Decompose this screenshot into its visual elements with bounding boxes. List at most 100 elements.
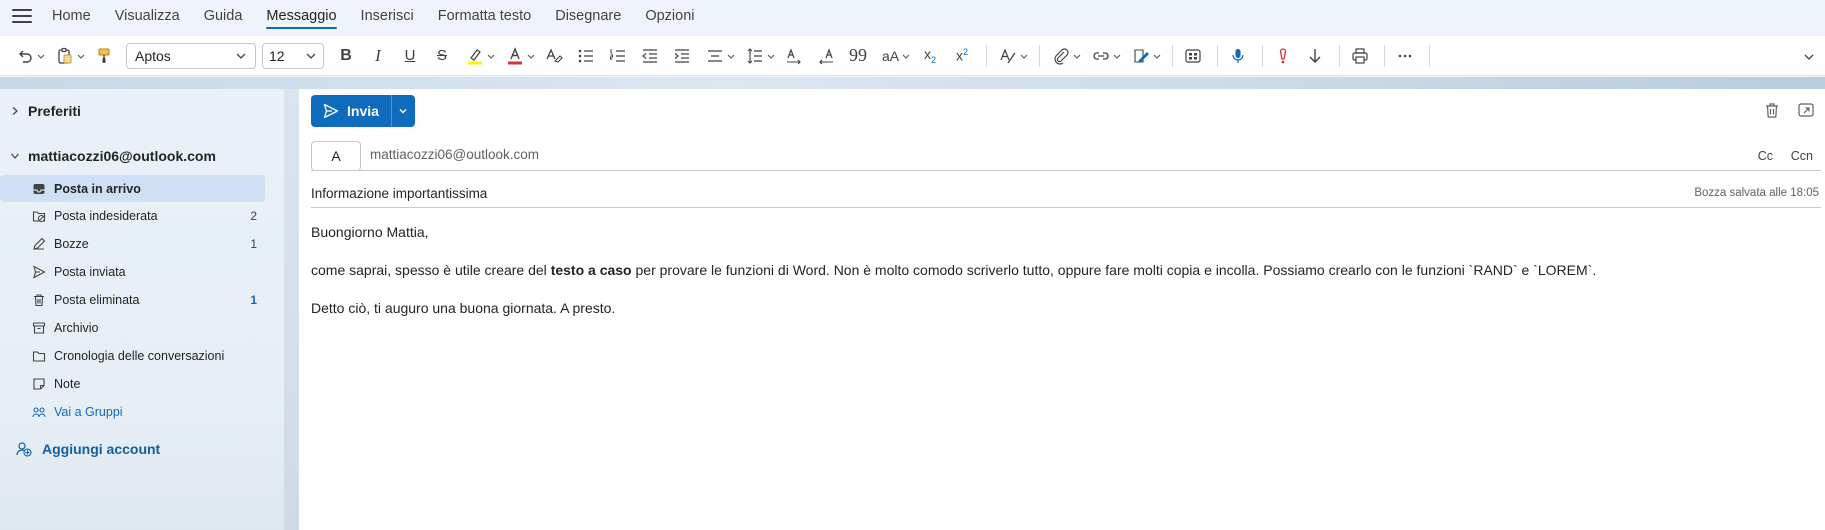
subscript-button[interactable]: x2 — [916, 42, 944, 70]
font-color-button[interactable] — [500, 42, 540, 70]
message-body[interactable]: Buongiorno Mattia, come saprai, spesso è… — [311, 224, 1811, 338]
more-options-button[interactable] — [1391, 42, 1419, 70]
print-button[interactable] — [1346, 42, 1374, 70]
rtl-direction-button[interactable] — [812, 42, 840, 70]
tab-disegnare[interactable]: Disegnare — [555, 0, 621, 32]
sidebar-item-cronologia-conversazioni[interactable]: Cronologia delle conversazioni — [0, 342, 265, 369]
chevron-down-icon — [1073, 54, 1080, 59]
font-name-value: Aptos — [135, 47, 171, 64]
add-account-button[interactable]: Aggiungi account — [16, 441, 160, 457]
tab-inserisci[interactable]: Inserisci — [361, 0, 414, 32]
folder-pane: Preferiti mattiacozzi06@outlook.com Post… — [0, 89, 284, 530]
highlighter-icon — [467, 48, 482, 64]
send-button[interactable]: Invia — [311, 95, 391, 127]
sidebar-item-posta-indesiderata[interactable]: Posta indesiderata 2 — [0, 202, 265, 229]
toolbar-separator — [1172, 44, 1173, 67]
subject-field[interactable]: Informazione importantissima — [311, 186, 487, 201]
background-band — [0, 77, 1825, 89]
add-person-icon — [16, 442, 32, 457]
sidebar-item-vai-a-gruppi[interactable]: Vai a Gruppi — [0, 398, 265, 425]
to-button[interactable]: A — [311, 141, 361, 171]
strikethrough-button[interactable]: S — [428, 42, 456, 70]
add-account-label: Aggiungi account — [42, 441, 161, 457]
to-field[interactable]: mattiacozzi06@outlook.com — [370, 147, 539, 162]
menu-bar: Home Visualizza Guida Messaggio Inserisc… — [0, 0, 1825, 32]
send-options-button[interactable] — [390, 95, 415, 127]
superscript-button[interactable]: x2 — [948, 42, 976, 70]
ribbon-expand-button[interactable] — [1803, 50, 1815, 68]
increase-indent-icon — [674, 48, 689, 63]
send-icon — [323, 103, 339, 119]
format-painter-icon — [98, 47, 110, 63]
font-color-icon — [507, 46, 522, 64]
font-size-value: 12 — [269, 47, 285, 64]
tab-visualizza[interactable]: Visualizza — [115, 0, 180, 32]
favorites-header[interactable]: Preferiti — [10, 103, 81, 119]
paste-button[interactable] — [50, 42, 90, 70]
sidebar-item-posta-inviata[interactable]: Posta inviata — [0, 258, 265, 285]
sidebar-item-note[interactable]: Note — [0, 370, 265, 397]
draft-saved-status: Bozza salvata alle 18:05 — [1694, 187, 1819, 199]
chevron-down-icon — [1113, 54, 1120, 59]
folder-label: Note — [54, 376, 81, 391]
undo-button[interactable] — [10, 42, 50, 70]
toolbar-separator — [1429, 44, 1430, 67]
numbered-list-button[interactable] — [604, 42, 632, 70]
sidebar-item-posta-eliminata[interactable]: Posta eliminata 1 — [0, 286, 265, 313]
account-header[interactable]: mattiacozzi06@outlook.com — [10, 148, 216, 164]
bullet-list-icon — [578, 49, 593, 62]
underline-button[interactable]: U — [396, 42, 424, 70]
hamburger-menu-icon[interactable] — [12, 9, 32, 23]
insert-link-button[interactable] — [1086, 42, 1126, 70]
tab-messaggio[interactable]: Messaggio — [266, 0, 337, 32]
junk-icon — [32, 210, 46, 222]
discard-button[interactable] — [1763, 101, 1781, 124]
body-paragraph: come saprai, spesso è utile creare del t… — [311, 262, 1811, 278]
toolbar-separator — [1262, 44, 1263, 67]
chevron-down-icon — [306, 53, 316, 59]
quote-button[interactable]: 99 — [844, 42, 872, 70]
styles-button[interactable] — [993, 42, 1033, 70]
font-name-select[interactable]: Aptos — [126, 42, 256, 69]
tab-guida[interactable]: Guida — [204, 0, 243, 32]
high-importance-button[interactable] — [1269, 42, 1297, 70]
ltr-direction-button[interactable] — [780, 42, 808, 70]
bullet-list-button[interactable] — [572, 42, 600, 70]
low-importance-button[interactable] — [1301, 42, 1329, 70]
change-case-button[interactable]: aA — [876, 42, 916, 70]
clear-formatting-button[interactable] — [540, 42, 568, 70]
highlight-button[interactable] — [460, 42, 500, 70]
groups-icon — [32, 406, 46, 417]
pop-out-button[interactable] — [1797, 101, 1815, 124]
send-button-group: Invia — [311, 95, 415, 127]
alignment-button[interactable] — [700, 42, 740, 70]
tab-opzioni[interactable]: Opzioni — [645, 0, 694, 32]
bcc-button[interactable]: Ccn — [1791, 149, 1813, 163]
drafts-icon — [33, 237, 46, 250]
underline-icon: U — [404, 47, 416, 64]
apps-grid-icon — [1185, 48, 1201, 63]
sidebar-item-archivio[interactable]: Archivio — [0, 314, 265, 341]
quote-icon: 99 — [849, 45, 867, 65]
signature-icon — [1133, 48, 1149, 63]
italic-button[interactable]: I — [364, 42, 392, 70]
sidebar-item-posta-in-arrivo[interactable]: Posta in arrivo — [0, 175, 265, 202]
pane-divider — [284, 89, 299, 530]
tab-home[interactable]: Home — [52, 0, 91, 32]
cc-button[interactable]: Cc — [1758, 149, 1773, 163]
font-size-select[interactable]: 12 — [262, 42, 324, 69]
apps-button[interactable] — [1179, 42, 1207, 70]
attach-file-button[interactable] — [1046, 42, 1086, 70]
tab-formatta-testo[interactable]: Formatta testo — [438, 0, 531, 32]
signature-button[interactable] — [1126, 42, 1166, 70]
format-painter-button[interactable] — [90, 42, 118, 70]
line-spacing-button[interactable] — [740, 42, 780, 70]
body-closing: Detto ciò, ti auguro una buona giornata.… — [311, 300, 616, 316]
dictate-button[interactable] — [1224, 42, 1252, 70]
sidebar-item-bozze[interactable]: Bozze 1 — [0, 230, 265, 257]
pop-out-icon — [1798, 103, 1814, 117]
body-greeting: Buongiorno Mattia, — [311, 224, 429, 240]
increase-indent-button[interactable] — [668, 42, 696, 70]
decrease-indent-button[interactable] — [636, 42, 664, 70]
bold-button[interactable]: B — [332, 42, 360, 70]
